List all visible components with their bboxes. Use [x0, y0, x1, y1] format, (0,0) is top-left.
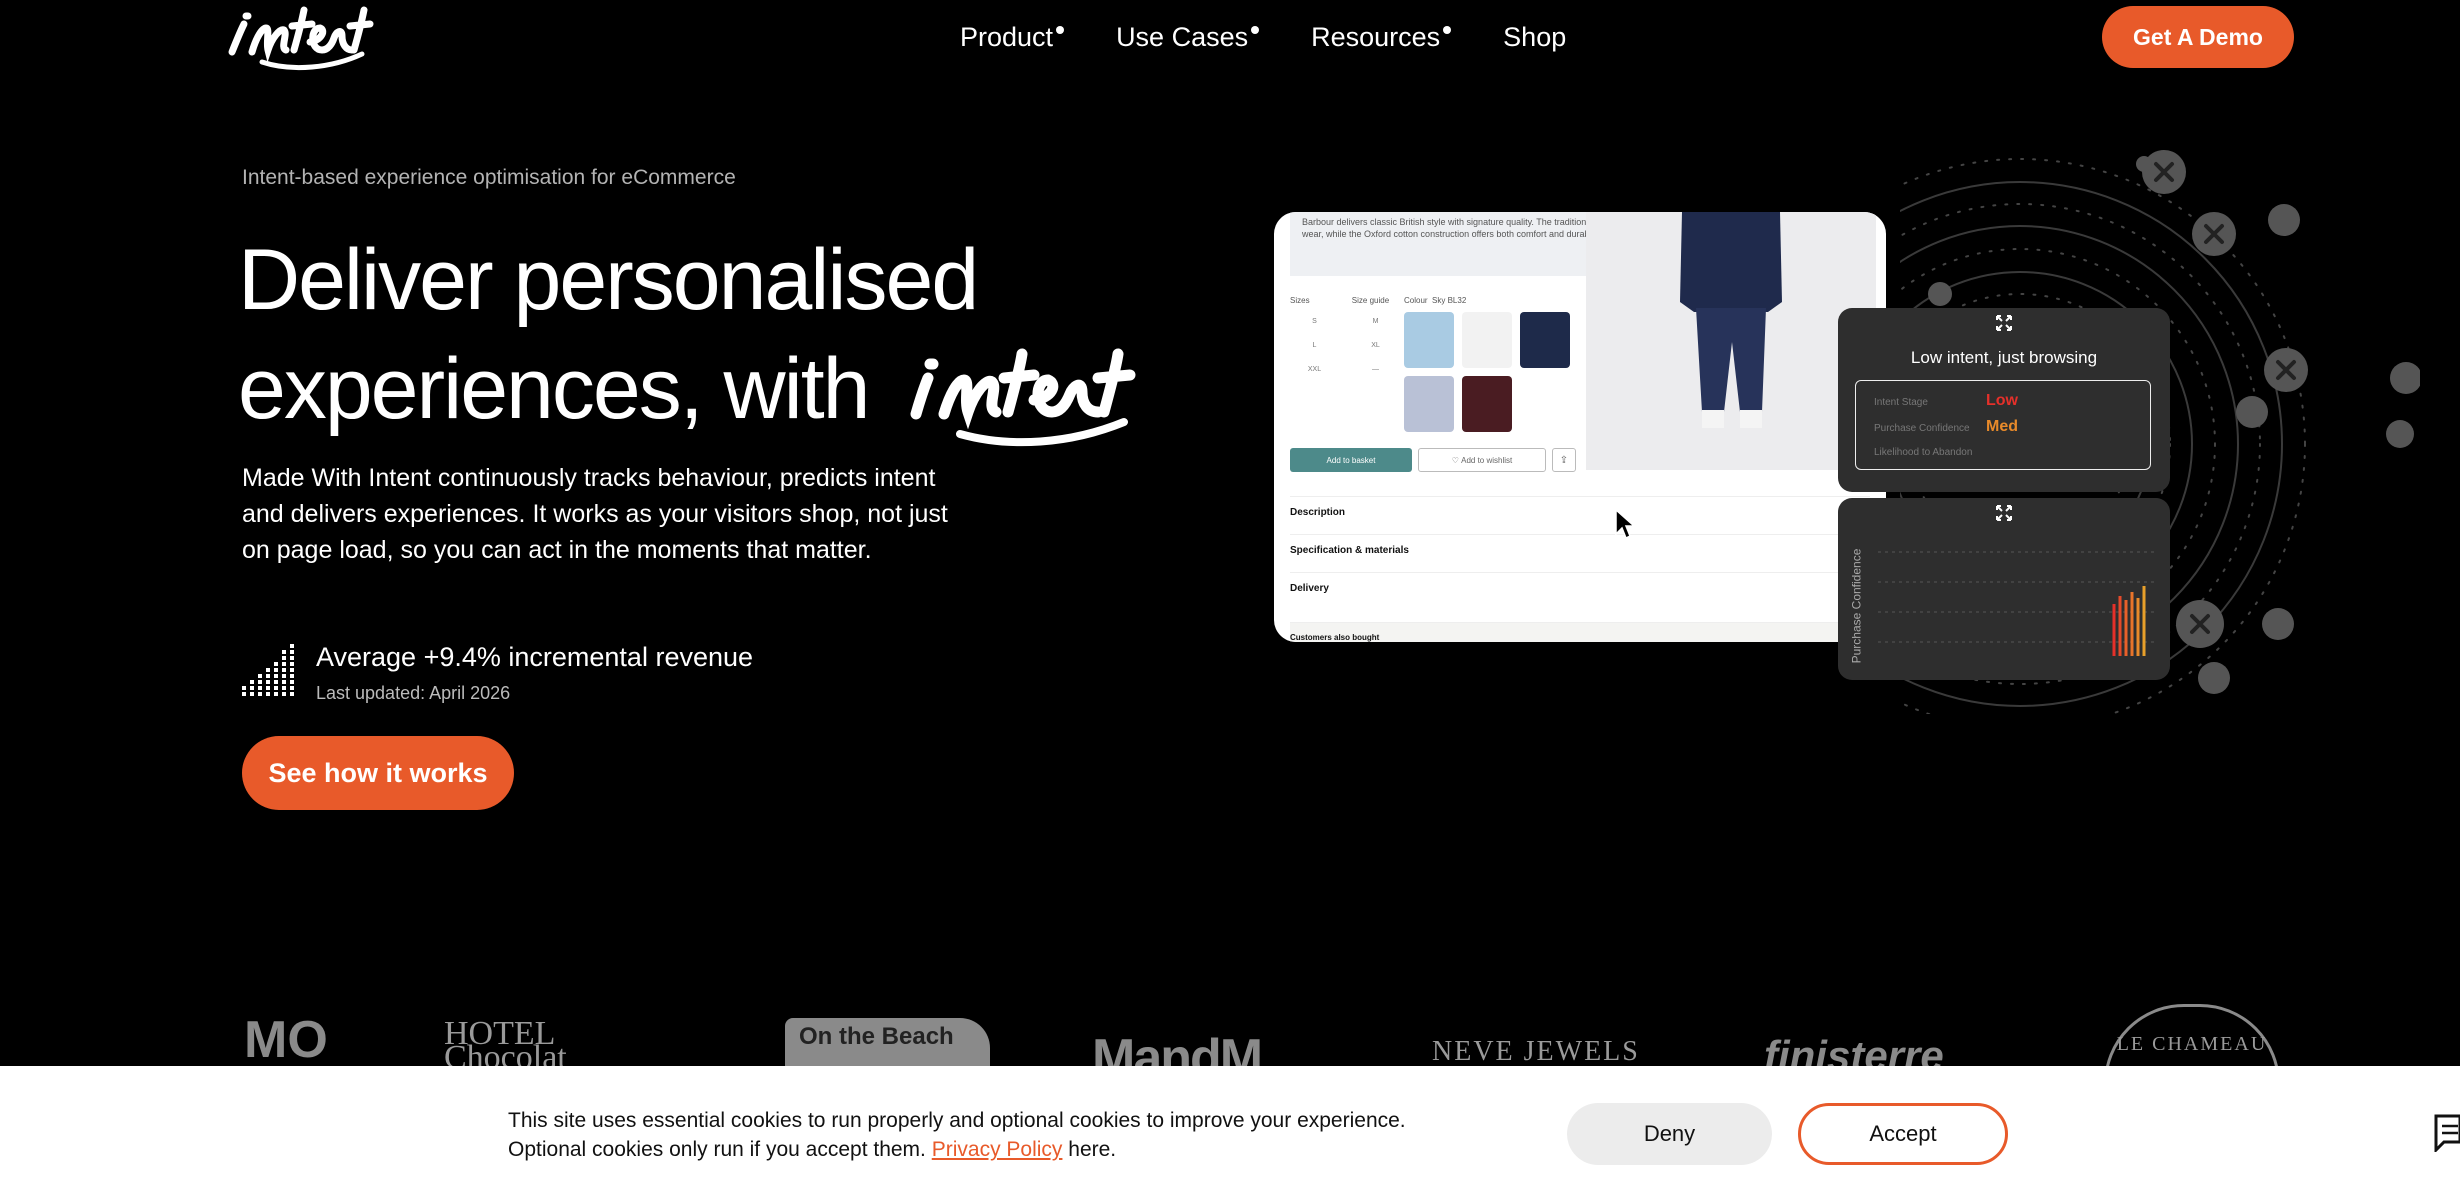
- headline-line-2: experiences, with: [238, 341, 870, 437]
- mock-colour-label: Colour Sky BL32: [1404, 296, 1466, 305]
- cookie-banner: This site uses essential cookies to run …: [0, 1066, 2460, 1203]
- sizes-label-text: Sizes: [1290, 296, 1310, 305]
- size-option[interactable]: S: [1290, 312, 1339, 330]
- chat-icon[interactable]: [2430, 1112, 2460, 1152]
- mouse-cursor-icon: [1615, 508, 1636, 540]
- nav-resources-label: Resources: [1311, 22, 1441, 52]
- purchase-confidence-value: Med: [1986, 418, 2018, 435]
- hero-body: Made With Intent continuously tracks beh…: [242, 464, 948, 564]
- dropdown-dot-icon: [1251, 26, 1260, 34]
- intent-script-icon: [910, 348, 1136, 447]
- colour-swatch[interactable]: [1404, 376, 1454, 432]
- mock-sizes-label: Sizes Size guide: [1290, 296, 1389, 305]
- add-to-wishlist-button[interactable]: ♡ Add to wishlist: [1418, 448, 1546, 472]
- nav-product-label: Product: [960, 22, 1054, 52]
- privacy-policy-link[interactable]: Privacy Policy: [932, 1138, 1063, 1161]
- cookie-text-after: here.: [1068, 1138, 1117, 1161]
- confidence-panel: Purchase Confidence: [1838, 498, 2170, 680]
- brand-logo[interactable]: [222, 2, 374, 74]
- revenue-stat: Average +9.4% incremental revenue Last u…: [240, 640, 753, 704]
- nav-shop-label: Shop: [1503, 22, 1567, 52]
- product-photo: [1586, 212, 1876, 470]
- logo-mo: MO: [244, 1011, 328, 1066]
- intent-stage-value: Low: [1986, 392, 2018, 409]
- accordion-specification[interactable]: Specification & materials: [1290, 534, 1870, 572]
- nav-use-cases-label: Use Cases: [1116, 22, 1249, 52]
- intent-stage-label: Intent Stage: [1874, 397, 1928, 408]
- stat-updated: Last updated: April 2026: [316, 683, 511, 703]
- see-how-it-works-button[interactable]: See how it works: [242, 736, 514, 810]
- logo-hotel-chocolat: HOTEL Chocolat: [444, 1015, 567, 1067]
- accept-cookies-button[interactable]: Accept: [1798, 1103, 2008, 1165]
- intent-panel: Low intent, just browsing Intent Stage L…: [1838, 308, 2170, 492]
- purchase-confidence-label: Purchase Confidence: [1874, 423, 1970, 434]
- get-demo-button[interactable]: Get A Demo: [2102, 6, 2294, 68]
- size-option[interactable]: L: [1290, 336, 1339, 354]
- deny-cookies-button[interactable]: Deny: [1567, 1103, 1772, 1165]
- logo-neve-jewels: NEVE JEWELS: [1432, 1036, 1640, 1066]
- dropdown-dot-icon: [1443, 26, 1452, 34]
- mock-size-grid: S M L XL XXL —: [1290, 312, 1400, 378]
- confidence-bars-graphic: [1878, 551, 2154, 656]
- logo-le-chameau: LE CHAMEAU: [2104, 1004, 2280, 1066]
- growth-chart-icon: [242, 644, 294, 696]
- script-intent-logo: [900, 340, 1136, 450]
- colour-label-text: Colour: [1404, 296, 1428, 305]
- wishlist-label: Add to wishlist: [1461, 455, 1513, 465]
- expand-icon[interactable]: [1995, 314, 2013, 332]
- main-nav: Product Use Cases Resources Shop: [960, 22, 1566, 53]
- colour-swatch[interactable]: [1462, 376, 1512, 432]
- headline-line-2-wrap: experiences, with: [238, 328, 1136, 450]
- intent-panel-title: Low intent, just browsing: [1910, 348, 2098, 367]
- colour-swatches: [1404, 312, 1570, 432]
- intent-metrics-box: Intent Stage Low Purchase Confidence Med…: [1855, 380, 2151, 470]
- stat-text: Average +9.4% incremental revenue Last u…: [316, 640, 753, 704]
- size-guide-link[interactable]: Size guide: [1352, 296, 1389, 305]
- nav-product[interactable]: Product: [960, 22, 1065, 53]
- stat-title: Average +9.4% incremental revenue: [316, 642, 754, 672]
- logo-finisterre: finisterre: [1764, 1032, 1944, 1066]
- headline-line-1: Deliver personalised: [238, 232, 979, 328]
- share-icon[interactable]: ⇪: [1552, 448, 1576, 472]
- client-logos: MO HOTEL Chocolat On the Beach MandM NEV…: [0, 996, 2460, 1066]
- accordion-delivery[interactable]: Delivery: [1290, 572, 1870, 610]
- hero-eyebrow: Intent-based experience optimisation for…: [242, 166, 736, 189]
- size-option[interactable]: —: [1351, 360, 1400, 378]
- nav-shop[interactable]: Shop: [1503, 22, 1566, 53]
- size-option[interactable]: XXL: [1290, 360, 1339, 378]
- nav-resources[interactable]: Resources: [1311, 22, 1452, 53]
- colour-swatch[interactable]: [1520, 312, 1570, 368]
- hero-headline: Deliver personalised experiences, with: [238, 232, 1136, 450]
- model-image: [1586, 212, 1876, 470]
- accordion-description[interactable]: Description: [1290, 496, 1870, 534]
- size-option[interactable]: M: [1351, 312, 1400, 330]
- confidence-ylabel: Purchase Confidence: [1849, 548, 1863, 664]
- add-to-basket-button[interactable]: Add to basket: [1290, 448, 1412, 472]
- logo-mandm: MandM: [1092, 1029, 1263, 1066]
- dropdown-dot-icon: [1056, 26, 1065, 34]
- cookie-message: This site uses essential cookies to run …: [508, 1106, 1448, 1164]
- colour-swatch[interactable]: [1404, 312, 1454, 368]
- intent-logo-icon: [228, 6, 374, 71]
- logo-on-the-beach: On the Beach: [785, 1018, 990, 1066]
- customers-also-bought: Customers also bought: [1290, 622, 1870, 642]
- colour-swatch[interactable]: [1462, 312, 1512, 368]
- confidence-ylabel-wrap: Purchase Confidence: [1846, 546, 1866, 666]
- colour-value-text: Sky BL32: [1432, 296, 1467, 305]
- product-page-mockup: Barbour delivers classic British style w…: [1274, 212, 1886, 642]
- size-option[interactable]: XL: [1351, 336, 1400, 354]
- nav-use-cases[interactable]: Use Cases: [1116, 22, 1260, 53]
- abandon-likelihood-label: Likelihood to Abandon: [1874, 447, 1973, 458]
- expand-icon[interactable]: [1995, 504, 2013, 522]
